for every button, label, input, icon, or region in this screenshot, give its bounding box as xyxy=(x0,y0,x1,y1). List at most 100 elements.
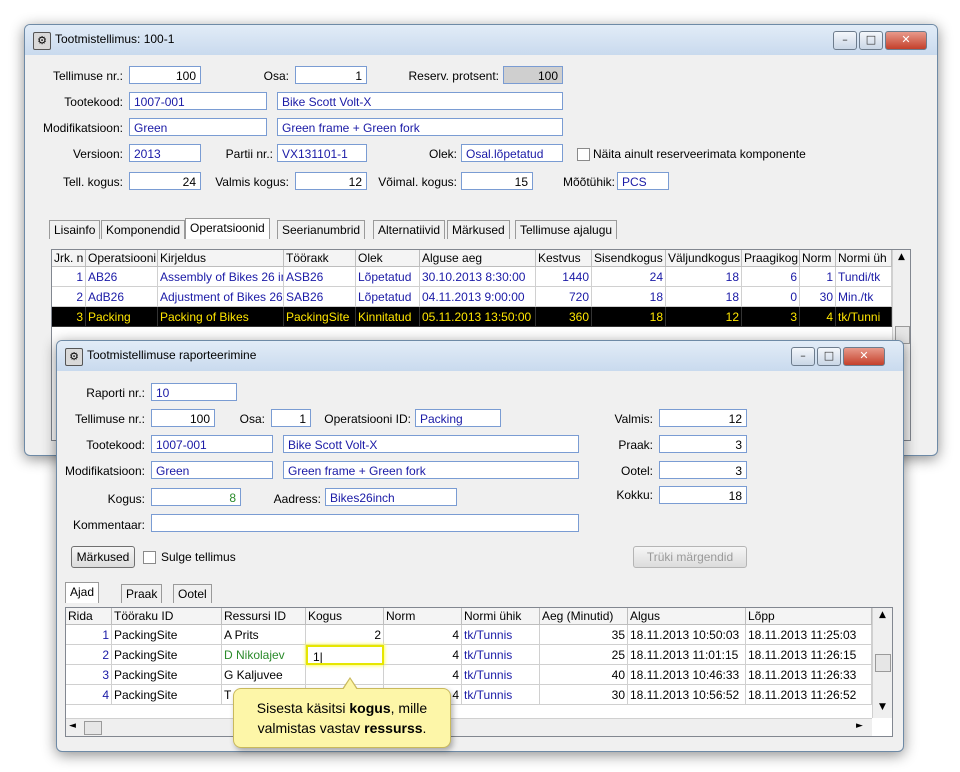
col-header[interactable]: Väljundkogus xyxy=(666,250,742,267)
col-header[interactable]: Aeg (Minutid) xyxy=(540,608,628,625)
scroll-down-icon[interactable]: ▼ xyxy=(873,702,892,712)
unit-field[interactable]: PCS xyxy=(617,172,669,190)
col-header[interactable]: Lõpp xyxy=(746,608,872,625)
done-field[interactable]: 12 xyxy=(659,409,747,427)
tab-praak[interactable]: Praak xyxy=(121,584,163,603)
show-unreserved-checkbox[interactable] xyxy=(577,148,590,161)
col-header[interactable]: Tööraкk xyxy=(284,250,356,267)
scroll-up-icon[interactable]: ▲ xyxy=(873,610,892,620)
tab-tellimuse-ajalugu[interactable]: Tellimuse ajalugu xyxy=(515,220,618,239)
scroll-thumb[interactable] xyxy=(875,654,891,672)
col-header[interactable]: Praagikog xyxy=(742,250,800,267)
close-order-label: Sulge tellimus xyxy=(161,550,236,564)
modification-field[interactable]: Green xyxy=(129,118,267,136)
done-qty-field[interactable]: 12 xyxy=(295,172,367,190)
col-header[interactable]: Kestvus xyxy=(536,250,592,267)
tab-ajad[interactable]: Ajad xyxy=(65,582,100,603)
modification-field[interactable]: Green xyxy=(151,461,273,479)
done-qty-label: Valmis kogus: xyxy=(215,175,289,189)
cell-start: 04.11.2013 9:00:00 xyxy=(420,287,536,307)
comment-field[interactable] xyxy=(151,514,579,532)
scroll-up-icon[interactable]: ▲ xyxy=(893,252,910,262)
tab-seerianumbrid[interactable]: Seerianumbrid xyxy=(277,220,366,239)
version-field[interactable]: 2013 xyxy=(129,144,201,162)
cell-scrap-qty: 6 xyxy=(742,267,800,287)
title-bar[interactable]: ⚙ Tootmistellimus: 100-1 – □ ✕ xyxy=(25,25,937,55)
report-no-field[interactable]: 10 xyxy=(151,383,237,401)
close-button[interactable]: ✕ xyxy=(885,31,927,50)
product-name-field[interactable]: Bike Scott Volt-X xyxy=(277,92,563,110)
vertical-scrollbar[interactable]: ▲ ▼ xyxy=(872,608,892,718)
tab-komponendid[interactable]: Komponendid xyxy=(101,220,186,239)
waiting-field[interactable]: 3 xyxy=(659,461,747,479)
col-header[interactable]: Kirjeldus xyxy=(158,250,284,267)
print-labels-button[interactable]: Trüki märgendid xyxy=(633,546,747,568)
horizontal-scrollbar[interactable]: ◄ ► xyxy=(66,718,872,736)
cell-workcenter: PackingSite xyxy=(112,645,222,665)
operation-id-field[interactable]: Packing xyxy=(415,409,501,427)
qty-edit-cell[interactable]: 1| xyxy=(306,645,384,665)
tab-lisainfo[interactable]: Lisainfo xyxy=(49,220,101,239)
col-header[interactable]: Kogus xyxy=(306,608,384,625)
cell-minutes: 35 xyxy=(540,625,628,645)
qty-field[interactable]: 8 xyxy=(151,488,241,506)
cell-end: 18.11.2013 11:26:52 xyxy=(746,685,872,705)
col-header[interactable]: Tööraku ID xyxy=(112,608,222,625)
cell-resource: D Nikolajev xyxy=(222,645,306,665)
col-header[interactable]: Algus xyxy=(628,608,746,625)
minimize-button[interactable]: – xyxy=(791,347,815,366)
modification-label: Modifikatsioon: xyxy=(64,464,145,478)
part-label: Osa: xyxy=(239,412,265,426)
tab-ootel[interactable]: Ootel xyxy=(173,584,212,603)
title-bar[interactable]: ⚙ Tootmistellimuse raporteerimine – □ ✕ xyxy=(57,341,903,371)
col-header[interactable]: Ressursi ID xyxy=(222,608,306,625)
modification-desc-field[interactable]: Green frame + Green fork xyxy=(277,118,563,136)
col-header[interactable]: Alguse aeg xyxy=(420,250,536,267)
part-field[interactable]: 1 xyxy=(271,409,311,427)
cell-norm: 4 xyxy=(384,625,462,645)
batch-field[interactable]: VX131101-1 xyxy=(277,144,367,162)
comment-label: Kommentaar: xyxy=(72,518,145,532)
cell-row-no: 3 xyxy=(52,307,86,327)
scroll-thumb[interactable] xyxy=(84,721,102,735)
part-field[interactable]: 1 xyxy=(295,66,367,84)
close-button[interactable]: ✕ xyxy=(843,347,885,366)
col-header[interactable]: Rida xyxy=(66,608,112,625)
product-code-field[interactable]: 1007-001 xyxy=(151,435,273,453)
col-header[interactable]: Operatsiooni xyxy=(86,250,158,267)
order-no-field[interactable]: 100 xyxy=(129,66,201,84)
maximize-button[interactable]: □ xyxy=(859,31,883,50)
minimize-button[interactable]: – xyxy=(833,31,857,50)
status-field[interactable]: Osal.lõpetatud xyxy=(461,144,563,162)
col-header[interactable]: Normi üh xyxy=(836,250,892,267)
window-title: Tootmistellimus: 100-1 xyxy=(55,32,175,46)
scrap-field[interactable]: 3 xyxy=(659,435,747,453)
maximize-button[interactable]: □ xyxy=(817,347,841,366)
scroll-left-icon[interactable]: ◄ xyxy=(69,721,76,731)
col-header[interactable]: Sisendkogus xyxy=(592,250,666,267)
scroll-right-icon[interactable]: ► xyxy=(856,721,863,731)
ordered-qty-field[interactable]: 24 xyxy=(129,172,201,190)
col-header[interactable]: Jrk. n xyxy=(52,250,86,267)
notes-button[interactable]: Märkused xyxy=(71,546,135,568)
cell-qty[interactable]: 2 xyxy=(306,625,384,645)
unit-label: Mõõtühik: xyxy=(562,175,615,189)
tab-markused[interactable]: Märkused xyxy=(447,220,510,239)
cell-norm-unit: Tundi/tk xyxy=(836,267,892,287)
address-field[interactable]: Bikes26inch xyxy=(325,488,457,506)
possible-qty-field[interactable]: 15 xyxy=(461,172,533,190)
qty-label: Kogus: xyxy=(107,492,145,506)
cell-output-qty: 18 xyxy=(666,287,742,307)
col-header[interactable]: Normi ühik xyxy=(462,608,540,625)
order-no-field[interactable]: 100 xyxy=(151,409,215,427)
total-field[interactable]: 18 xyxy=(659,486,747,504)
tab-alternatiivid[interactable]: Alternatiivid xyxy=(373,220,446,239)
modification-desc-field[interactable]: Green frame + Green fork xyxy=(283,461,579,479)
col-header[interactable]: Norm xyxy=(800,250,836,267)
col-header[interactable]: Olek xyxy=(356,250,420,267)
product-name-field[interactable]: Bike Scott Volt-X xyxy=(283,435,579,453)
product-code-field[interactable]: 1007-001 xyxy=(129,92,267,110)
tab-operatsioonid[interactable]: Operatsioonid xyxy=(185,218,270,239)
close-order-checkbox[interactable] xyxy=(143,551,156,564)
col-header[interactable]: Norm xyxy=(384,608,462,625)
